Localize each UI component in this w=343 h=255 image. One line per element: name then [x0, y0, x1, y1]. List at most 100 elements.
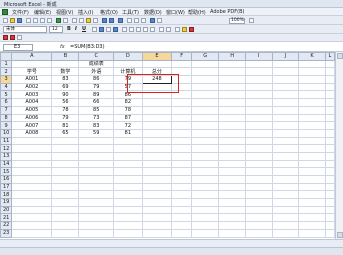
font-color-icon[interactable]	[189, 27, 194, 32]
cell[interactable]	[271, 90, 300, 100]
cell[interactable]	[191, 67, 220, 77]
cell[interactable]	[245, 221, 273, 230]
save-icon[interactable]	[17, 18, 22, 23]
decrease-decimal-icon[interactable]	[150, 27, 155, 32]
cell[interactable]	[141, 159, 173, 169]
data-cell[interactable]: 89	[78, 90, 114, 100]
cell[interactable]	[245, 213, 273, 223]
cell[interactable]	[141, 59, 173, 69]
column-header[interactable]: J	[271, 52, 300, 61]
data-cell[interactable]: 81	[113, 128, 143, 138]
row-header[interactable]: 11	[0, 136, 13, 146]
row-header[interactable]: 10	[0, 128, 13, 138]
cell[interactable]	[191, 136, 220, 146]
align-left-icon[interactable]	[92, 27, 97, 32]
cell[interactable]	[218, 98, 247, 107]
cell[interactable]	[11, 175, 53, 184]
cell[interactable]	[324, 82, 335, 92]
row-header[interactable]: 20	[0, 205, 13, 215]
cell[interactable]	[51, 136, 80, 146]
cell[interactable]	[113, 144, 143, 153]
cell[interactable]	[298, 213, 326, 223]
cell[interactable]	[78, 175, 114, 184]
total-cell[interactable]: 248	[141, 75, 173, 84]
cell[interactable]	[324, 105, 335, 115]
zoom-select[interactable]: 100%	[229, 18, 245, 24]
data-cell[interactable]: 83	[78, 121, 114, 130]
cell[interactable]	[298, 144, 326, 153]
data-cell[interactable]: 78	[113, 105, 143, 115]
cell[interactable]	[218, 59, 247, 69]
cell[interactable]	[218, 159, 247, 169]
cell[interactable]	[271, 59, 300, 69]
cell[interactable]	[271, 228, 300, 238]
copy-icon[interactable]	[79, 18, 84, 23]
cell[interactable]	[191, 221, 220, 230]
cell[interactable]	[218, 198, 247, 207]
cell[interactable]	[113, 151, 143, 161]
cell[interactable]	[78, 205, 114, 215]
cell[interactable]	[171, 213, 193, 223]
cell[interactable]	[245, 159, 273, 169]
paste-icon[interactable]	[86, 18, 91, 23]
cell[interactable]	[218, 205, 247, 215]
data-cell[interactable]: 90	[51, 90, 80, 100]
cell[interactable]	[191, 228, 220, 238]
cell[interactable]	[113, 190, 143, 200]
column-header[interactable]: A	[11, 52, 53, 61]
cell[interactable]	[298, 205, 326, 215]
cell[interactable]	[191, 121, 220, 130]
font-select[interactable]: 宋体	[3, 26, 47, 33]
cell[interactable]	[324, 167, 335, 176]
column-header[interactable]: C	[78, 52, 114, 61]
cell[interactable]	[298, 105, 326, 115]
cell[interactable]	[51, 167, 80, 176]
help-icon[interactable]	[249, 18, 254, 23]
cell[interactable]	[298, 128, 326, 138]
cell[interactable]	[298, 121, 326, 130]
cell[interactable]	[78, 182, 114, 192]
total-cell[interactable]	[141, 105, 173, 115]
row-header[interactable]: 15	[0, 167, 13, 176]
cell[interactable]	[171, 151, 193, 161]
cell[interactable]	[271, 136, 300, 146]
cell[interactable]	[191, 175, 220, 184]
total-cell[interactable]	[141, 98, 173, 107]
cell[interactable]	[11, 198, 53, 207]
cell[interactable]	[78, 228, 114, 238]
pdf-review-icon[interactable]	[17, 35, 22, 40]
format-painter-icon[interactable]	[93, 18, 98, 23]
data-cell[interactable]: 83	[51, 75, 80, 84]
cell[interactable]	[298, 67, 326, 77]
row-header[interactable]: 3	[0, 75, 13, 84]
cell[interactable]	[141, 175, 173, 184]
cell[interactable]	[141, 182, 173, 192]
cell[interactable]	[324, 213, 335, 223]
cell[interactable]	[245, 182, 273, 192]
cell[interactable]	[298, 136, 326, 146]
cell[interactable]	[11, 167, 53, 176]
cell[interactable]	[271, 182, 300, 192]
fx-icon[interactable]: fx	[60, 44, 65, 50]
row-header[interactable]: 5	[0, 90, 13, 100]
cell[interactable]	[271, 128, 300, 138]
data-cell[interactable]: 57	[113, 82, 143, 92]
cell[interactable]	[171, 67, 193, 77]
cell[interactable]	[141, 221, 173, 230]
cell[interactable]	[245, 98, 273, 107]
cell[interactable]	[218, 67, 247, 77]
cell[interactable]	[298, 113, 326, 123]
cell[interactable]	[218, 190, 247, 200]
cell[interactable]	[11, 221, 53, 230]
cell[interactable]	[298, 190, 326, 200]
cell[interactable]	[218, 228, 247, 238]
cell[interactable]	[324, 90, 335, 100]
cell[interactable]	[271, 213, 300, 223]
cell[interactable]	[324, 121, 335, 130]
data-cell[interactable]: A008	[11, 128, 53, 138]
comma-icon[interactable]	[136, 27, 141, 32]
cell[interactable]	[11, 144, 53, 153]
open-icon[interactable]	[10, 18, 15, 23]
row-header[interactable]: 18	[0, 190, 13, 200]
column-header[interactable]: H	[218, 52, 247, 61]
